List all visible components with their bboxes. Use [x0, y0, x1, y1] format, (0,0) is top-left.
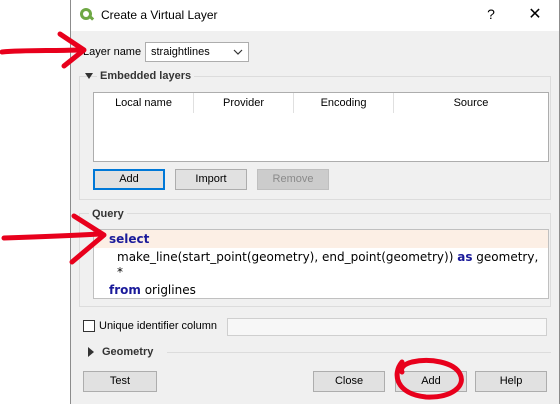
geometry-title: Geometry [99, 346, 157, 358]
query-line-3: * [117, 265, 123, 279]
close-button[interactable]: Close [313, 371, 385, 392]
query-editor[interactable]: select make_line(start_point(geometry), … [93, 229, 549, 299]
red-circle-annotation-add [394, 358, 464, 400]
keyword-from: from [109, 283, 141, 297]
keyword-select: select [109, 232, 150, 246]
query-line-2-text: make_line(start_point(geometry), end_poi… [117, 250, 454, 264]
column-header-local-name[interactable]: Local name [94, 93, 194, 113]
layer-name-value: straightlines [151, 46, 210, 58]
query-line-4-text: origlines [140, 283, 196, 297]
virtual-layer-dialog: Create a Virtual Layer ? ✕ Layer name st… [70, 0, 560, 404]
embedded-layers-table[interactable]: Local name Provider Encoding Source [93, 92, 549, 162]
qgis-logo-icon [80, 8, 95, 21]
chevron-down-icon [233, 49, 243, 55]
embedded-layers-title: Embedded layers [97, 70, 195, 82]
query-line-2: make_line(start_point(geometry), end_poi… [117, 250, 538, 264]
red-arrow-annotation-layer-name [0, 31, 87, 69]
column-header-encoding[interactable]: Encoding [294, 93, 394, 113]
import-layer-button[interactable]: Import [175, 169, 247, 190]
geometry-divider [167, 352, 551, 353]
current-line-highlight [94, 230, 548, 248]
query-line-4: from origlines [109, 283, 196, 297]
query-line-1: select [109, 232, 149, 246]
red-arrow-annotation-query [1, 213, 107, 265]
add-layer-button[interactable]: Add [93, 169, 165, 190]
close-title-button[interactable]: ✕ [523, 4, 547, 26]
column-header-source[interactable]: Source [394, 93, 548, 113]
layer-name-label: Layer name [83, 46, 142, 58]
help-button[interactable]: Help [475, 371, 547, 392]
keyword-as: as [457, 250, 473, 264]
column-header-provider[interactable]: Provider [194, 93, 294, 113]
unique-id-field[interactable] [227, 318, 547, 336]
expand-triangle-icon[interactable] [85, 346, 97, 358]
test-button[interactable]: Test [83, 371, 157, 392]
help-title-button[interactable]: ? [481, 6, 501, 26]
layer-name-combobox[interactable]: straightlines [145, 42, 249, 62]
unique-id-checkbox[interactable] [83, 320, 95, 332]
title-bar: Create a Virtual Layer ? ✕ [71, 0, 559, 31]
query-line-2-tail: geometry, [472, 250, 539, 264]
remove-layer-button[interactable]: Remove [257, 169, 329, 190]
window-title: Create a Virtual Layer [101, 8, 218, 22]
unique-id-label: Unique identifier column [99, 320, 218, 332]
